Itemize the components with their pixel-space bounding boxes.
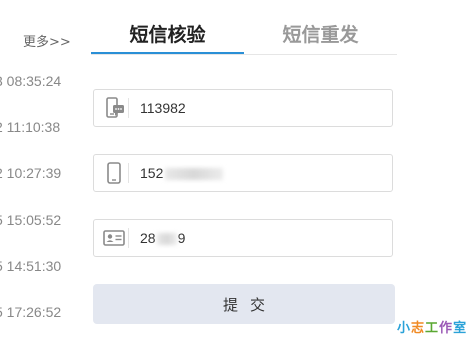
id-number-value: 28 9 [140,220,185,256]
id-number-prefix: 28 [140,230,156,246]
id-card-icon [102,226,126,250]
tab-sms-resend[interactable]: 短信重发 [244,18,397,52]
list-item: 3 08:35:24 [0,73,62,89]
watermark: 小志工作室 [397,317,467,336]
sms-phone-icon [102,96,126,120]
phone-number-prefix: 152 [140,165,164,181]
watermark-char: 室 [453,321,468,336]
field-divider [128,163,129,183]
id-number-suffix: 9 [177,230,186,246]
phone-number-field[interactable]: 152 [93,154,393,192]
list-item: 2 10:27:39 [0,165,62,182]
redacted-blur [165,168,224,181]
list-item: 5 14:51:30 [0,257,62,274]
watermark-char: 作 [439,321,454,336]
time-list: 3 08:35:24 2 11:10:38 2 10:27:39 5 15:05… [0,72,61,349]
redacted-blur [156,233,177,246]
field-divider [128,98,129,118]
watermark-char: 工 [425,321,440,336]
tab-bar: 短信核验 短信重发 [91,18,397,55]
list-item: 5 17:26:52 [0,303,62,320]
tab-sms-verify[interactable]: 短信核验 [91,18,244,54]
list-item: 2 11:10:38 [0,119,61,136]
watermark-char: 小 [397,321,412,336]
verification-code-value: 113982 [140,100,186,116]
history-panel: 更多>> 3 08:35:24 2 11:10:38 2 10:27:39 5 … [0,0,80,346]
verification-code-field[interactable]: 113982 [93,89,393,127]
phone-number-value: 152 [140,155,224,191]
id-number-field[interactable]: 28 9 [93,219,393,257]
more-link[interactable]: 更多>> [23,31,71,50]
mobile-phone-icon [102,161,126,185]
watermark-char: 志 [411,321,426,336]
field-divider [128,228,129,248]
submit-button[interactable]: 提交 [93,284,395,324]
list-item: 5 15:05:52 [0,211,62,228]
